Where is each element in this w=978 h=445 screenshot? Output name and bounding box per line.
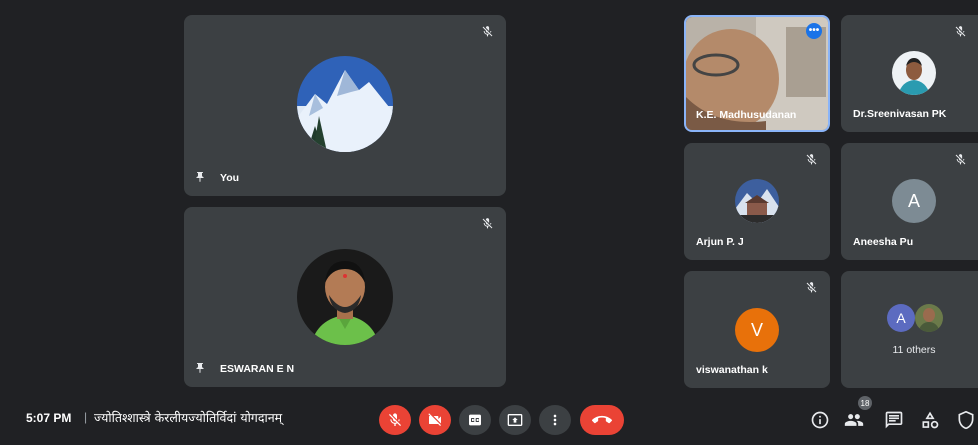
closed-caption-icon xyxy=(469,414,481,426)
captions-button[interactable] xyxy=(459,405,491,435)
participant-tile-arjun[interactable]: Arjun P. J xyxy=(684,143,830,260)
participant-tile-you[interactable]: You xyxy=(184,15,506,196)
more-dots-icon: ••• xyxy=(808,25,820,36)
videocam-off-icon xyxy=(428,413,441,426)
participant-name: viswanathan k xyxy=(696,364,768,376)
participant-count-badge: 18 xyxy=(858,396,872,410)
call-end-icon xyxy=(592,415,612,424)
pin-icon xyxy=(196,363,204,373)
participant-tile-madhusudanan[interactable]: ••• K.E. Madhusudanan xyxy=(684,15,830,132)
host-controls-icon[interactable] xyxy=(956,410,976,430)
participant-name: K.E. Madhusudanan xyxy=(696,109,797,121)
leave-call-button[interactable] xyxy=(580,405,624,435)
participant-name: ESWARAN E N xyxy=(220,363,295,375)
participant-name: Arjun P. J xyxy=(696,236,744,248)
chat-icon[interactable] xyxy=(884,410,904,430)
avatar-aneesha: A xyxy=(892,179,936,223)
mic-off-icon xyxy=(389,413,401,426)
avatar-arjun xyxy=(735,179,779,223)
participant-name: Aneesha Pu xyxy=(853,236,914,248)
bottom-bar: 5:07 PM | ज्योतिश्शास्त्रे केरलीयज्योतिर… xyxy=(0,390,978,445)
avatar-eswaran xyxy=(297,249,393,345)
mic-toggle-button[interactable] xyxy=(379,405,411,435)
mic-off-icon xyxy=(482,26,493,37)
mic-off-icon xyxy=(955,26,966,37)
mic-off-icon xyxy=(955,154,966,165)
participant-tile-sreenivasan[interactable]: Dr.Sreenivasan PK xyxy=(841,15,978,132)
avatar-sreenivasan xyxy=(892,51,936,95)
avatar-viswanathan: V xyxy=(735,308,779,352)
people-icon[interactable] xyxy=(844,410,864,430)
pin-icon xyxy=(196,172,204,182)
camera-toggle-button[interactable] xyxy=(419,405,451,435)
participant-name: Dr.Sreenivasan PK xyxy=(853,108,947,120)
mic-off-icon xyxy=(806,282,817,293)
info-icon[interactable] xyxy=(810,410,830,430)
mic-off-icon xyxy=(482,218,493,229)
more-options-button[interactable]: ••• xyxy=(806,23,822,39)
participant-tile-viswanathan[interactable]: V viswanathan k xyxy=(684,271,830,388)
more-options-button[interactable] xyxy=(539,405,571,435)
more-vert-icon xyxy=(553,414,557,426)
separator: | xyxy=(84,410,88,424)
participant-name: You xyxy=(220,172,240,184)
avatar-others-2 xyxy=(915,304,943,332)
avatar-you xyxy=(297,56,393,152)
activities-icon[interactable] xyxy=(920,410,940,430)
participant-tile-eswaran[interactable]: ESWARAN E N xyxy=(184,207,506,387)
present-screen-button[interactable] xyxy=(499,405,531,435)
participant-tile-others[interactable]: A 11 others xyxy=(841,271,978,388)
meeting-title: ज्योतिश्शास्त्रे केरलीयज्योतिर्विदां योग… xyxy=(94,410,283,425)
clock-time: 5:07 PM xyxy=(26,411,72,425)
participant-tile-aneesha[interactable]: A Aneesha Pu xyxy=(841,143,978,260)
mic-off-icon xyxy=(806,154,817,165)
avatar-others-1: A xyxy=(887,304,915,332)
others-count-label: 11 others xyxy=(892,344,936,356)
present-to-all-icon xyxy=(507,414,523,426)
